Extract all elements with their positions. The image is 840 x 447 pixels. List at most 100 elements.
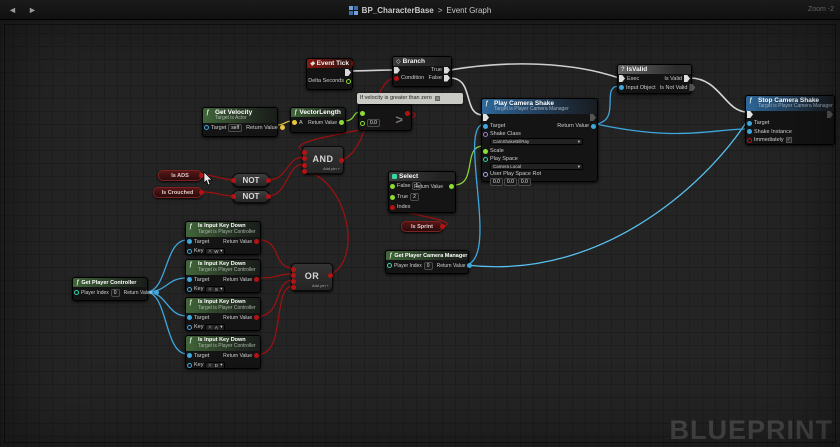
not-out-pin[interactable] xyxy=(266,194,271,199)
true-exec-pin[interactable] xyxy=(444,67,450,74)
is-not-valid-exec-pin[interactable] xyxy=(689,84,695,91)
user-play-space-rot-pin[interactable] xyxy=(483,172,488,177)
key-dropdown[interactable]: D ▾ xyxy=(205,362,225,369)
comment-note-icon[interactable] xyxy=(435,96,440,101)
not-out-pin[interactable] xyxy=(266,178,271,183)
node-is-input-key-down-2[interactable]: ƒ Is Input Key Down Target is Player Con… xyxy=(185,259,261,293)
node-isvalid[interactable]: ? IsValid Exec Is Valid Input Object Is … xyxy=(617,64,692,94)
immediately-checkbox[interactable]: ✓ xyxy=(786,137,792,143)
is-sprint-out-pin[interactable] xyxy=(440,224,445,229)
and-out-pin[interactable] xyxy=(339,158,344,163)
breadcrumb-page[interactable]: Event Graph xyxy=(446,6,491,15)
a-pin[interactable] xyxy=(292,120,297,125)
node-not-2[interactable]: NOT xyxy=(232,190,270,203)
key-dropdown[interactable]: A ▾ xyxy=(205,324,225,331)
target-pin[interactable] xyxy=(204,125,209,130)
return-pin[interactable] xyxy=(154,290,159,295)
and-in4-pin[interactable] xyxy=(302,169,307,174)
exec-out-pin[interactable] xyxy=(590,114,596,121)
condition-pin[interactable] xyxy=(394,76,399,81)
not-in-pin[interactable] xyxy=(231,194,236,199)
key-pin[interactable] xyxy=(187,287,192,292)
select-index-pin[interactable] xyxy=(390,205,395,210)
node-and[interactable]: AND Add pin + xyxy=(302,146,344,174)
exec-in-pin[interactable] xyxy=(483,114,489,121)
not-in-pin[interactable] xyxy=(231,178,236,183)
is-crouched-out-pin[interactable] xyxy=(199,190,204,195)
key-dropdown[interactable]: W ▾ xyxy=(205,248,225,255)
select-false-pin[interactable] xyxy=(390,184,395,189)
or-out-pin[interactable] xyxy=(328,273,333,278)
return-pin[interactable] xyxy=(591,124,596,129)
key-pin[interactable] xyxy=(187,325,192,330)
shake-class-dropdown[interactable]: CamShakeBillRay ▾ xyxy=(490,138,583,145)
return-pin[interactable] xyxy=(339,120,344,125)
compare-out-pin[interactable] xyxy=(405,111,410,116)
false-exec-pin[interactable] xyxy=(444,75,450,82)
target-pin[interactable] xyxy=(747,121,752,126)
node-branch[interactable]: ◇ Branch True Condition False xyxy=(392,56,452,87)
select-true-value[interactable]: 2 xyxy=(410,193,419,201)
or-in2-pin[interactable] xyxy=(291,273,296,278)
player-index-pin[interactable] xyxy=(74,290,79,295)
return-pin[interactable] xyxy=(467,263,472,268)
exec-in-pin[interactable] xyxy=(619,75,625,82)
exec-in-pin[interactable] xyxy=(747,111,753,118)
key-dropdown[interactable]: S ▾ xyxy=(205,286,225,293)
node-select[interactable]: Select False 1 Return Value True 2 Index xyxy=(388,171,456,213)
exec-in-pin[interactable] xyxy=(394,67,400,74)
is-valid-exec-pin[interactable] xyxy=(684,75,690,82)
node-get-player-controller[interactable]: ƒ Get Player Controller Player Index 0 R… xyxy=(72,277,148,301)
immediately-pin[interactable] xyxy=(747,138,752,143)
breadcrumb-asset[interactable]: BP_CharacterBase xyxy=(362,6,434,15)
node-get-velocity[interactable]: ƒ Get Velocity Target is Actor Target se… xyxy=(202,107,278,137)
play-space-dropdown[interactable]: Camera Local ▾ xyxy=(490,163,583,170)
node-or[interactable]: OR Add pin + xyxy=(291,263,333,291)
shake-class-pin[interactable] xyxy=(483,132,488,137)
node-is-input-key-down-1[interactable]: ƒ Is Input Key Down Target is Player Con… xyxy=(185,221,261,255)
target-pin[interactable] xyxy=(187,315,192,320)
node-vector-length[interactable]: ƒ VectorLength A Return Value xyxy=(290,107,346,133)
or-in1-pin[interactable] xyxy=(291,267,296,272)
player-index-pin[interactable] xyxy=(387,263,392,268)
play-space-pin[interactable] xyxy=(483,157,488,162)
player-index-value[interactable]: 0 xyxy=(424,262,433,270)
rot-y-value[interactable]: 0.0 xyxy=(504,178,517,186)
node-get-is-crouched[interactable]: Is Crouched xyxy=(153,187,202,198)
key-pin[interactable] xyxy=(187,249,192,254)
node-get-player-camera-manager[interactable]: ƒ Get Player Camera Manager Player Index… xyxy=(385,250,469,274)
target-pin[interactable] xyxy=(187,239,192,244)
compare-a-pin[interactable] xyxy=(360,111,365,116)
and-in2-pin[interactable] xyxy=(302,156,307,161)
input-object-pin[interactable] xyxy=(619,85,624,90)
target-pin[interactable] xyxy=(187,277,192,282)
return-pin[interactable] xyxy=(280,125,285,130)
node-stop-camera-shake[interactable]: ƒ Stop Camera Shake Target is Player Cam… xyxy=(745,95,835,145)
key-pin[interactable] xyxy=(187,363,192,368)
player-index-value[interactable]: 0 xyxy=(111,289,120,297)
node-get-is-sprint[interactable]: Is Sprint xyxy=(401,221,443,232)
node-play-camera-shake[interactable]: ƒ Play Camera Shake Target is Player Cam… xyxy=(481,98,598,182)
delta-seconds-pin[interactable] xyxy=(346,79,351,84)
compare-b-value[interactable]: 0.0 xyxy=(367,119,380,127)
return-pin[interactable] xyxy=(254,315,259,320)
node-is-input-key-down-3[interactable]: ƒ Is Input Key Down Target is Player Con… xyxy=(185,297,261,331)
target-value[interactable]: self xyxy=(228,124,242,132)
return-pin[interactable] xyxy=(254,239,259,244)
or-in4-pin[interactable] xyxy=(291,285,296,290)
node-greater-than[interactable]: > 0.0 xyxy=(358,104,412,131)
or-add-pin[interactable]: Add pin + xyxy=(312,283,329,288)
node-event-tick[interactable]: ◆ Event Tick Delta Seconds xyxy=(306,58,353,90)
and-in3-pin[interactable] xyxy=(302,163,307,168)
target-pin[interactable] xyxy=(187,353,192,358)
exec-out-pin[interactable] xyxy=(827,111,833,118)
and-in1-pin[interactable] xyxy=(302,150,307,155)
return-pin[interactable] xyxy=(254,353,259,358)
node-comment[interactable]: If velocity is greater than zero xyxy=(357,93,463,104)
node-not-1[interactable]: NOT xyxy=(232,173,270,187)
event-graph-canvas[interactable]: BLUEPRINT xyxy=(0,20,840,447)
node-is-input-key-down-4[interactable]: ƒ Is Input Key Down Target is Player Con… xyxy=(185,335,261,369)
return-pin[interactable] xyxy=(254,277,259,282)
node-get-is-ads[interactable]: Is ADS xyxy=(158,170,202,181)
select-true-pin[interactable] xyxy=(390,195,395,200)
